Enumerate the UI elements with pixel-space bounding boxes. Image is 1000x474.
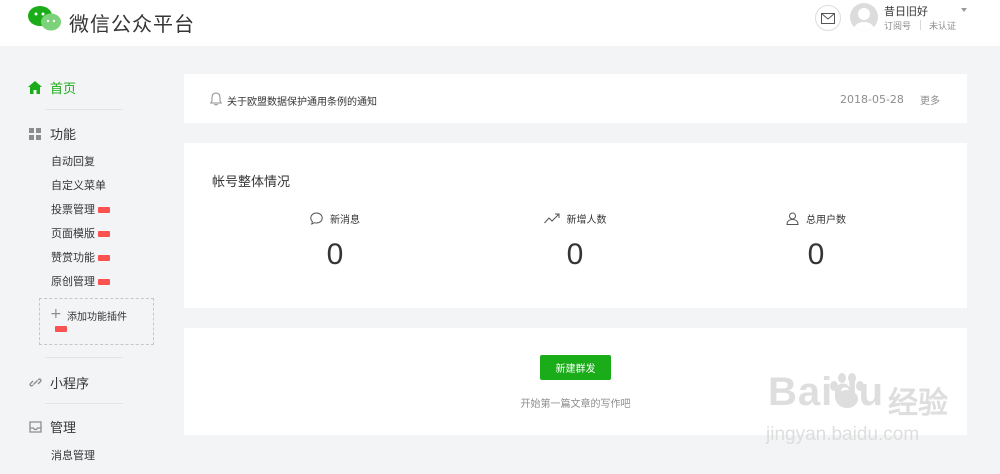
sidebar-item-label: 自定义菜单: [51, 179, 106, 192]
avatar[interactable]: [850, 3, 878, 31]
sidebar-item-label: 管理: [50, 421, 77, 436]
account-overview-card: 帐号整体情况 新消息 0 新增人数 0 总用户数 0: [184, 143, 967, 308]
home-icon: [28, 81, 42, 95]
brand-title[interactable]: 微信公众平台: [69, 8, 195, 37]
paw-icon: [830, 373, 864, 408]
account-type: 订阅号: [884, 22, 912, 32]
notice-card: 关于欧盟数据保护通用条例的通知 2018-05-28 更多: [184, 74, 967, 123]
sidebar-item-label: 页面模版: [51, 227, 95, 240]
add-plugin-button[interactable]: + 添加功能插件: [39, 298, 154, 345]
account-separator: [920, 20, 921, 30]
top-header: 微信公众平台 昔日旧好 订阅号 未认证: [0, 0, 1000, 46]
sidebar-item-custom-menu[interactable]: 自定义菜单: [51, 177, 106, 193]
wechat-logo-icon[interactable]: [27, 5, 63, 33]
stat-value: 0: [807, 238, 825, 271]
sidebar-item-page-template[interactable]: 页面模版: [51, 225, 110, 241]
notice-more-link[interactable]: 更多: [920, 92, 940, 107]
chat-bubble-icon: [310, 211, 323, 225]
link-icon: [28, 376, 42, 390]
sidebar-item-label: 小程序: [50, 377, 90, 392]
chevron-down-icon[interactable]: [961, 8, 967, 12]
sidebar-item-messages[interactable]: 消息管理: [51, 447, 95, 463]
sidebar-item-reward[interactable]: 赞赏功能: [51, 249, 110, 265]
watermark-url: jingyan.baidu.com: [766, 424, 920, 445]
inbox-icon: [28, 420, 42, 434]
sidebar-item-label: 首页: [50, 82, 77, 97]
sidebar-item-miniprogram[interactable]: 小程序: [28, 373, 89, 392]
sidebar-item-vote[interactable]: 投票管理: [51, 201, 110, 217]
add-plugin-label: 添加功能插件: [67, 312, 127, 323]
baidu-jingyan-watermark: Baidu 经验 jingyan.baidu.com: [760, 368, 950, 458]
stat-label: 总用户数: [806, 214, 846, 226]
trend-up-icon: [543, 213, 559, 223]
stat-value: 0: [566, 238, 584, 271]
new-badge: [55, 326, 67, 332]
section-title: 帐号整体情况: [212, 175, 291, 190]
notice-date: 2018-05-28: [840, 93, 904, 106]
stat-value: 0: [326, 238, 344, 271]
sidebar-item-label: 投票管理: [51, 203, 95, 216]
sidebar-divider: [45, 109, 123, 110]
watermark-cn-text: 经验: [888, 386, 948, 421]
grid-icon: [28, 127, 42, 141]
new-mass-send-button[interactable]: 新建群发: [540, 355, 611, 380]
plus-icon: +: [50, 306, 62, 322]
sidebar-item-original[interactable]: 原创管理: [51, 273, 110, 289]
new-badge: [98, 279, 110, 285]
stat-new-messages[interactable]: 新消息 0: [235, 210, 435, 272]
sidebar-divider: [45, 403, 123, 404]
sidebar-item-manage[interactable]: 管理: [28, 417, 76, 436]
notice-link[interactable]: 关于欧盟数据保护通用条例的通知: [227, 93, 377, 108]
sidebar-item-label: 自动回复: [51, 155, 95, 168]
sidebar-divider: [45, 357, 123, 358]
bell-icon: [210, 92, 222, 106]
sidebar-item-label: 功能: [50, 128, 77, 143]
stat-total-users[interactable]: 总用户数 0: [716, 210, 916, 272]
sidebar-item-home[interactable]: 首页: [28, 78, 76, 97]
stat-label: 新消息: [330, 214, 360, 226]
new-badge: [98, 207, 110, 213]
stat-new-followers[interactable]: 新增人数 0: [475, 210, 675, 272]
mail-button[interactable]: [815, 5, 841, 31]
new-badge: [98, 231, 110, 237]
stat-label: 新增人数: [566, 214, 607, 226]
avatar-person-icon: [854, 8, 874, 31]
sidebar-item-label: 消息管理: [51, 449, 95, 462]
sidebar-item-auto-reply[interactable]: 自动回复: [51, 153, 95, 169]
mail-icon: [821, 12, 835, 24]
sidebar-item-features[interactable]: 功能: [28, 124, 76, 143]
account-status: 未认证: [929, 22, 957, 32]
sidebar-item-label: 原创管理: [51, 275, 95, 288]
sidebar-item-label: 赞赏功能: [51, 251, 95, 264]
user-icon: [786, 212, 799, 225]
account-name[interactable]: 昔日旧好: [884, 3, 928, 19]
new-badge: [98, 255, 110, 261]
